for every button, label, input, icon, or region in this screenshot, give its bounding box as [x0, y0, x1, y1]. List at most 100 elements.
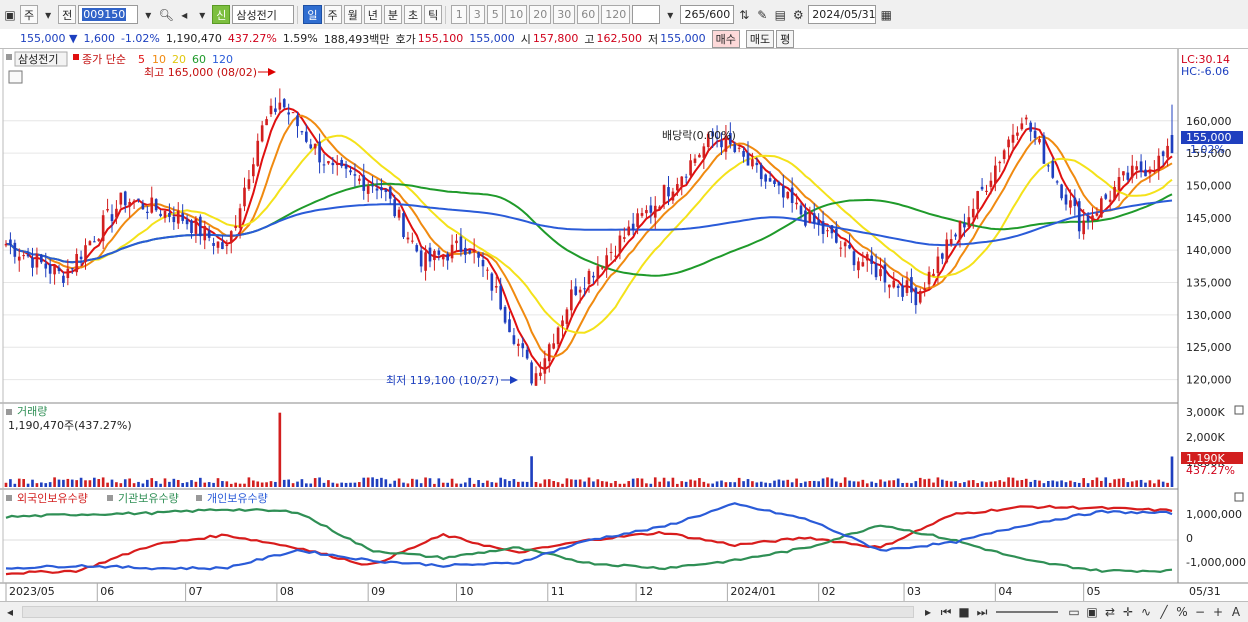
- candle-body: [1104, 194, 1108, 199]
- candle-body: [746, 152, 750, 166]
- eval-button[interactable]: 평: [776, 29, 795, 48]
- bar-count-input[interactable]: 265/600: [680, 5, 735, 24]
- volume-bar: [706, 483, 710, 487]
- compare-icon[interactable]: ⇅: [736, 7, 752, 23]
- date-tick-label: 05/31: [1189, 585, 1221, 598]
- interval-button-120[interactable]: 120: [601, 5, 631, 24]
- candle-body: [521, 343, 525, 349]
- volume-bar: [123, 479, 127, 487]
- ratio-icon[interactable]: %: [1174, 604, 1190, 620]
- volume-bar: [1007, 477, 1010, 487]
- candle-body: [327, 161, 330, 164]
- gear-icon[interactable]: ⚙: [790, 7, 806, 23]
- speaker-dropdown-icon[interactable]: ▾: [194, 7, 210, 23]
- prev-button[interactable]: 전: [58, 5, 77, 24]
- candle-body: [843, 242, 847, 247]
- search-icon[interactable]: 🔍︎: [158, 7, 174, 23]
- volume-bar: [40, 482, 43, 487]
- period-tab-2[interactable]: 주: [323, 5, 342, 24]
- interval-button-3[interactable]: 3: [469, 5, 486, 24]
- horizontal-scrollbar[interactable]: ◂ ▸ ⏮ ■ ⏭ ▭ ▣ ⇄ ✛ ∿ ╱ % − + A: [0, 601, 1248, 622]
- draw-tool-icon[interactable]: ✎: [754, 7, 770, 23]
- layout-icon[interactable]: ▣: [1084, 604, 1100, 620]
- candle-body: [512, 335, 516, 344]
- period-tab-3[interactable]: 월: [343, 5, 362, 24]
- candle-body: [583, 288, 586, 290]
- candle-body: [194, 218, 198, 234]
- chart-window-icon[interactable]: ▣: [2, 7, 18, 23]
- interval-button-20[interactable]: 20: [529, 5, 552, 24]
- volume-bar: [260, 482, 264, 487]
- buy-button[interactable]: 매수: [711, 29, 740, 48]
- stock-chart[interactable]: 삼성전기 종가 단순 5 10 20 60 120 LC:30.14 HC:-6…: [0, 49, 1248, 601]
- interval-custom-input[interactable]: [632, 5, 661, 24]
- period-tab-4[interactable]: 년: [363, 5, 382, 24]
- period-tab-1[interactable]: 일: [303, 5, 322, 24]
- minus-icon[interactable]: −: [1192, 604, 1208, 620]
- code-dropdown-icon[interactable]: ▾: [140, 7, 156, 23]
- volume-bar: [384, 479, 388, 487]
- crosshair-icon[interactable]: ✛: [1120, 604, 1136, 620]
- chevron-down-icon[interactable]: ▾: [40, 7, 56, 23]
- legend-stock-name: 삼성전기: [18, 53, 58, 66]
- turnover-rate: 1.59%: [282, 32, 318, 45]
- candle-body: [773, 180, 776, 185]
- chevron-down-icon[interactable]: ▾: [662, 7, 678, 23]
- save-icon[interactable]: ▤: [772, 7, 788, 23]
- volume-panel-close-icon[interactable]: [1234, 405, 1244, 415]
- data-table-icon[interactable]: [8, 70, 23, 84]
- volume-bar: [380, 477, 383, 487]
- scroll-track[interactable]: [22, 606, 914, 618]
- volume-bar: [128, 478, 131, 487]
- candle-body: [349, 170, 352, 173]
- scroll-left-icon[interactable]: ◂: [2, 604, 18, 620]
- trend-icon[interactable]: ∿: [1138, 604, 1154, 620]
- stock-code-input[interactable]: 009150: [78, 5, 139, 24]
- period-mode-select[interactable]: 주: [20, 5, 39, 24]
- date-input[interactable]: 2024/05/31: [808, 5, 877, 24]
- volume-bar: [428, 478, 432, 487]
- holdings-panel-close-icon[interactable]: [1234, 492, 1244, 502]
- period-tab-5[interactable]: 분: [383, 5, 402, 24]
- candle-body: [888, 284, 891, 288]
- candle-body: [199, 216, 202, 237]
- candle-body: [905, 280, 909, 293]
- interval-button-30[interactable]: 30: [553, 5, 576, 24]
- period-tab-7[interactable]: 틱: [424, 5, 443, 24]
- volume-bar: [1130, 481, 1134, 487]
- interval-button-1[interactable]: 1: [451, 5, 468, 24]
- interval-button-5[interactable]: 5: [487, 5, 504, 24]
- volume-bar: [97, 479, 101, 487]
- candle-body: [1047, 165, 1050, 167]
- volume-bar: [331, 482, 335, 487]
- scroll-right-icon[interactable]: ▸: [920, 604, 936, 620]
- line-tool-icon[interactable]: ╱: [1156, 604, 1172, 620]
- candle-body: [411, 240, 414, 242]
- volume-bar: [609, 483, 613, 487]
- fast-forward-icon[interactable]: ⏭: [974, 604, 990, 620]
- volume-bar: [989, 481, 993, 487]
- stock-name-field[interactable]: 삼성전기: [232, 5, 295, 24]
- volume-bar: [146, 479, 149, 487]
- pan-icon[interactable]: ⇄: [1102, 604, 1118, 620]
- stop-icon[interactable]: ■: [956, 604, 972, 620]
- volume-bar: [1011, 477, 1015, 487]
- candle-body: [852, 251, 856, 266]
- zoom-slider[interactable]: [996, 611, 1058, 613]
- font-size-icon[interactable]: A: [1228, 604, 1244, 620]
- interval-button-60[interactable]: 60: [577, 5, 600, 24]
- zoom-out-icon[interactable]: ▭: [1066, 604, 1082, 620]
- candle-body: [176, 210, 180, 224]
- volume-bar: [826, 477, 829, 487]
- period-tab-6[interactable]: 초: [404, 5, 423, 24]
- interval-button-10[interactable]: 10: [505, 5, 528, 24]
- sell-button[interactable]: 매도: [745, 29, 775, 48]
- volume-bar: [804, 481, 807, 487]
- date-tick-label: 08: [280, 585, 294, 598]
- speaker-icon[interactable]: ◂: [176, 7, 192, 23]
- rewind-icon[interactable]: ⏮: [938, 604, 954, 620]
- calendar-icon[interactable]: ▦: [878, 7, 894, 23]
- volume-bar: [22, 479, 25, 487]
- plus-icon[interactable]: +: [1210, 604, 1226, 620]
- volume-bar: [835, 481, 838, 487]
